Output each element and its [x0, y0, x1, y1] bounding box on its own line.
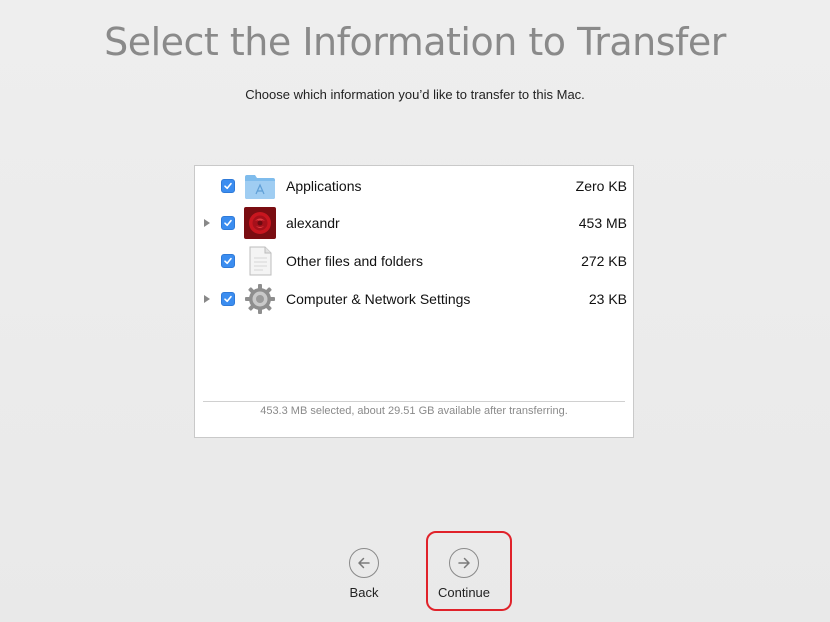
page-title: Select the Information to Transfer [104, 20, 726, 64]
disclosure-triangle-icon[interactable] [204, 219, 210, 227]
transfer-summary: 453.3 MB selected, about 29.51 GB availa… [203, 401, 625, 437]
document-icon [243, 244, 277, 278]
list-item-size: 23 KB [588, 291, 627, 307]
list-item-applications[interactable]: Applications Zero KB [195, 168, 633, 204]
back-label: Back [349, 585, 379, 600]
transfer-list: Applications Zero KB alexandr 453 MB Oth… [195, 166, 633, 401]
page-subtitle: Choose which information you’d like to t… [245, 87, 585, 102]
migration-assistant-window: Select the Information to Transfer Choos… [0, 0, 830, 622]
settings-checkbox[interactable] [221, 292, 235, 306]
other-files-checkbox[interactable] [221, 254, 235, 268]
user-checkbox[interactable] [221, 216, 235, 230]
list-item-size: Zero KB [575, 178, 627, 194]
list-item-other-files[interactable]: Other files and folders 272 KB [195, 243, 633, 279]
list-item-label: Computer & Network Settings [286, 291, 471, 307]
disclosure-triangle-icon[interactable] [204, 295, 210, 303]
forward-arrow-icon[interactable] [449, 548, 479, 578]
list-item-size: 453 MB [578, 215, 627, 231]
back-arrow-icon[interactable] [349, 548, 379, 578]
list-item-settings[interactable]: Computer & Network Settings 23 KB [195, 281, 633, 317]
applications-checkbox[interactable] [221, 179, 235, 193]
transfer-list-panel: Applications Zero KB alexandr 453 MB Oth… [194, 165, 634, 438]
list-item-label: Applications [286, 178, 362, 194]
back-button[interactable]: Back [324, 548, 404, 600]
gear-icon [243, 282, 277, 316]
continue-label: Continue [437, 585, 491, 600]
user-avatar-rose-icon [243, 206, 277, 240]
continue-button[interactable]: Continue [424, 548, 504, 600]
list-item-user[interactable]: alexandr 453 MB [195, 205, 633, 241]
list-item-label: Other files and folders [286, 253, 423, 269]
list-item-label: alexandr [286, 215, 340, 231]
applications-folder-icon [243, 169, 277, 203]
list-item-size: 272 KB [581, 253, 627, 269]
